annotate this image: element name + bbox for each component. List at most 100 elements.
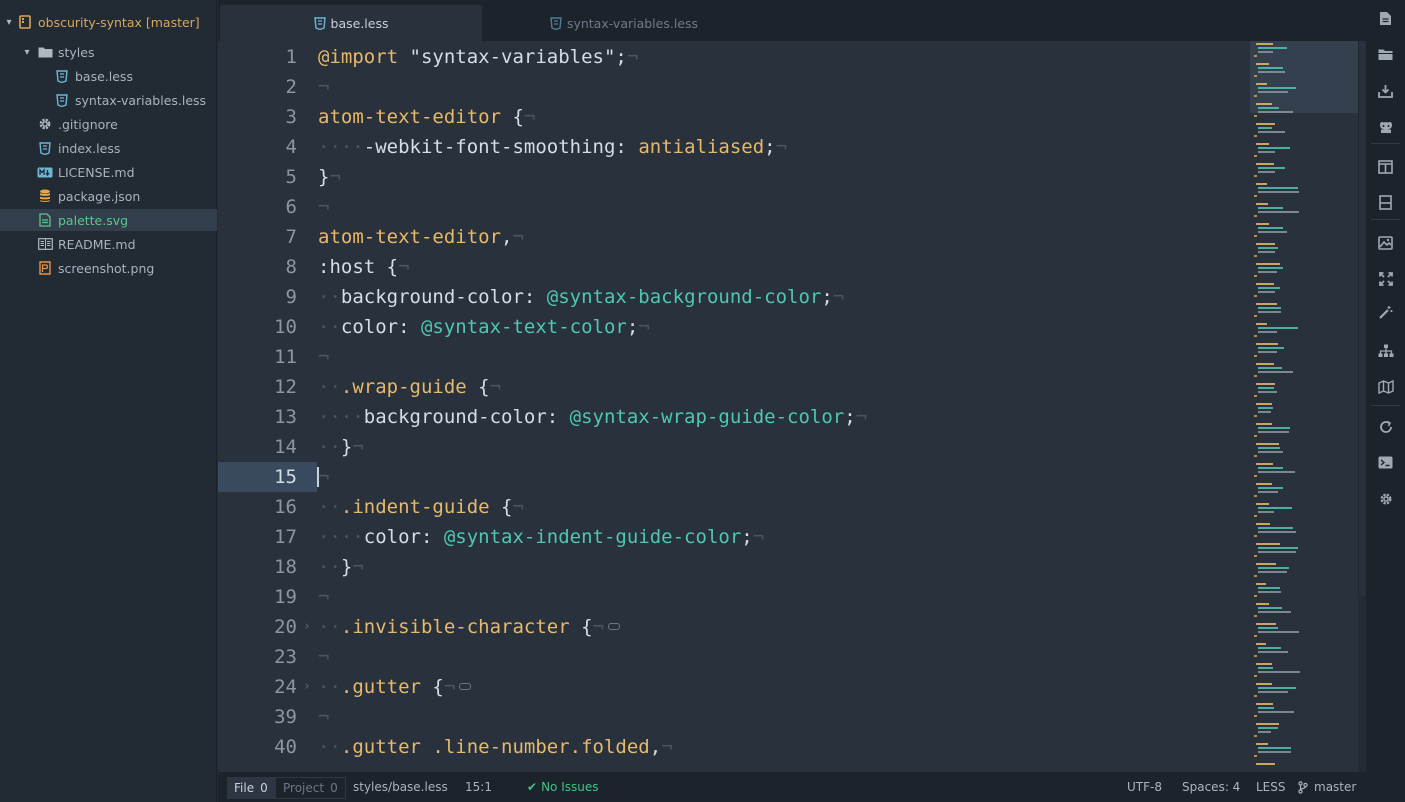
indentation[interactable]: Spaces: 4: [1182, 772, 1240, 802]
image-edit-icon[interactable]: [1375, 232, 1396, 253]
linter-file-tab[interactable]: File 0: [227, 777, 275, 799]
code-line[interactable]: 15 ¬: [218, 462, 1250, 492]
line-number[interactable]: 15: [218, 462, 297, 492]
code-line[interactable]: 18 ··}¬: [218, 552, 1250, 582]
code-line[interactable]: 4 ····-webkit-font-smoothing: antialiased…: [218, 132, 1250, 162]
line-number[interactable]: 2: [218, 72, 297, 102]
open-folder-icon[interactable]: [1375, 44, 1396, 65]
minimap-code-line: [1258, 367, 1283, 369]
code-line[interactable]: 10 ··color: @syntax-text-color;¬: [218, 312, 1250, 342]
line-number[interactable]: 4: [218, 132, 297, 162]
code-line[interactable]: 40 ··.gutter .line-number.folded,¬: [218, 732, 1250, 762]
code-line[interactable]: 19 ¬: [218, 582, 1250, 612]
minimap[interactable]: [1250, 41, 1358, 772]
tree-item-syntax-variables-less[interactable]: syntax-variables.less: [0, 89, 217, 111]
tree-item-readme-md[interactable]: README.md: [0, 233, 217, 255]
line-number[interactable]: 17: [218, 522, 297, 552]
git-branch[interactable]: master: [1298, 772, 1356, 802]
minimap-code-line: [1258, 727, 1278, 729]
linter-status[interactable]: ✔ No Issues: [527, 772, 598, 802]
code-token: ¬: [832, 286, 845, 308]
text-editor[interactable]: 1 @import "syntax-variables";¬ 2 ¬ 3 atom-tex…: [218, 41, 1250, 772]
magic-wand-icon[interactable]: [1375, 302, 1396, 323]
line-number[interactable]: 6: [218, 192, 297, 222]
line-number[interactable]: 14: [218, 432, 297, 462]
terminal-icon[interactable]: [1375, 452, 1396, 473]
minimap-code-line: [1256, 723, 1279, 725]
split-horizontal-icon[interactable]: [1375, 192, 1396, 213]
line-number[interactable]: 13: [218, 402, 297, 432]
tree-root[interactable]: ▾ obscurity-syntax [master]: [0, 11, 217, 33]
split-vertical-icon[interactable]: [1375, 156, 1396, 177]
code-line[interactable]: 6 ¬: [218, 192, 1250, 222]
line-number[interactable]: 24: [218, 672, 297, 702]
settings-gear-icon[interactable]: [1375, 488, 1396, 509]
tree-item-gitignore[interactable]: .gitignore: [0, 113, 217, 135]
code-line[interactable]: 14 ··}¬: [218, 432, 1250, 462]
line-number[interactable]: 1: [218, 42, 297, 72]
fold-chevron-icon[interactable]: ›: [303, 672, 311, 702]
line-number[interactable]: 40: [218, 732, 297, 762]
file-path[interactable]: styles/base.less: [353, 772, 448, 802]
download-icon[interactable]: [1375, 80, 1396, 101]
line-number[interactable]: 11: [218, 342, 297, 372]
code-line[interactable]: 8:host {¬: [218, 252, 1250, 282]
minimap-code-line: [1256, 683, 1273, 685]
fullscreen-icon[interactable]: [1375, 268, 1396, 289]
line-number[interactable]: 16: [218, 492, 297, 522]
code-line[interactable]: 3 atom-text-editor {¬: [218, 102, 1250, 132]
line-number[interactable]: 3: [218, 102, 297, 132]
line-number[interactable]: 12: [218, 372, 297, 402]
tree-item-license-md[interactable]: LICENSE.md: [0, 161, 217, 183]
code-line[interactable]: 1 @import "syntax-variables";¬: [218, 42, 1250, 72]
chevron-down-icon[interactable]: ▾: [2, 17, 16, 28]
line-number[interactable]: 18: [218, 552, 297, 582]
fold-ellipsis-icon[interactable]: [459, 683, 472, 690]
tab-base-less[interactable]: base.less: [220, 5, 482, 41]
fold-chevron-icon[interactable]: ›: [303, 612, 311, 642]
line-number[interactable]: 20: [218, 612, 297, 642]
tree-item-palette-svg[interactable]: palette.svg: [0, 209, 217, 231]
code-line[interactable]: 13 ····background-color: @syntax-wrap-gui…: [218, 402, 1250, 432]
new-file-icon[interactable]: [1375, 8, 1396, 29]
code-line[interactable]: 5}¬: [218, 162, 1250, 192]
tree-item-screenshot-png[interactable]: screenshot.png: [0, 257, 217, 279]
line-number[interactable]: 9: [218, 282, 297, 312]
sitemap-icon[interactable]: [1375, 340, 1396, 361]
tree-item-base-less[interactable]: base.less: [0, 65, 217, 87]
tree-item-index-less[interactable]: index.less: [0, 137, 217, 159]
line-number[interactable]: 5: [218, 162, 297, 192]
refresh-icon[interactable]: [1375, 416, 1396, 437]
line-code: ··.gutter {¬: [318, 672, 472, 702]
code-line[interactable]: 11 ¬: [218, 342, 1250, 372]
line-number[interactable]: 39: [218, 702, 297, 732]
code-line[interactable]: 24 › ··.gutter {¬: [218, 672, 1250, 702]
code-line[interactable]: 7 atom-text-editor,¬: [218, 222, 1250, 252]
line-number[interactable]: 19: [218, 582, 297, 612]
code-line[interactable]: 20 › ··.invisible-character {¬: [218, 612, 1250, 642]
map-icon[interactable]: [1375, 376, 1396, 397]
code-line[interactable]: 12 ··.wrap-guide {¬: [218, 372, 1250, 402]
code-line[interactable]: 9 ··background-color: @syntax-background-…: [218, 282, 1250, 312]
code-line[interactable]: 23 ¬: [218, 642, 1250, 672]
tab-syntax-variables-less[interactable]: syntax-variables.less: [493, 5, 755, 41]
line-number[interactable]: 7: [218, 222, 297, 252]
code-line[interactable]: 2 ¬: [218, 72, 1250, 102]
line-number[interactable]: 8: [218, 252, 297, 282]
tree-item-styles[interactable]: ▾ styles: [0, 41, 217, 63]
encoding[interactable]: UTF-8: [1127, 772, 1162, 802]
vertical-scrollbar[interactable]: [1358, 41, 1366, 596]
linter-project-tab[interactable]: Project 0: [275, 777, 346, 799]
grammar[interactable]: LESS: [1256, 772, 1286, 802]
line-number[interactable]: 23: [218, 642, 297, 672]
cursor-position[interactable]: 15:1: [465, 772, 492, 802]
minimap-code-line: [1258, 287, 1280, 289]
code-line[interactable]: 39 ¬: [218, 702, 1250, 732]
chevron-down-icon[interactable]: ▾: [20, 47, 34, 58]
line-number[interactable]: 10: [218, 312, 297, 342]
fold-ellipsis-icon[interactable]: [608, 623, 621, 630]
code-line[interactable]: 16 ··.indent-guide {¬: [218, 492, 1250, 522]
github-icon[interactable]: [1375, 116, 1396, 137]
code-line[interactable]: 17 ····color: @syntax-indent-guide-color;…: [218, 522, 1250, 552]
tree-item-package-json[interactable]: package.json: [0, 185, 217, 207]
